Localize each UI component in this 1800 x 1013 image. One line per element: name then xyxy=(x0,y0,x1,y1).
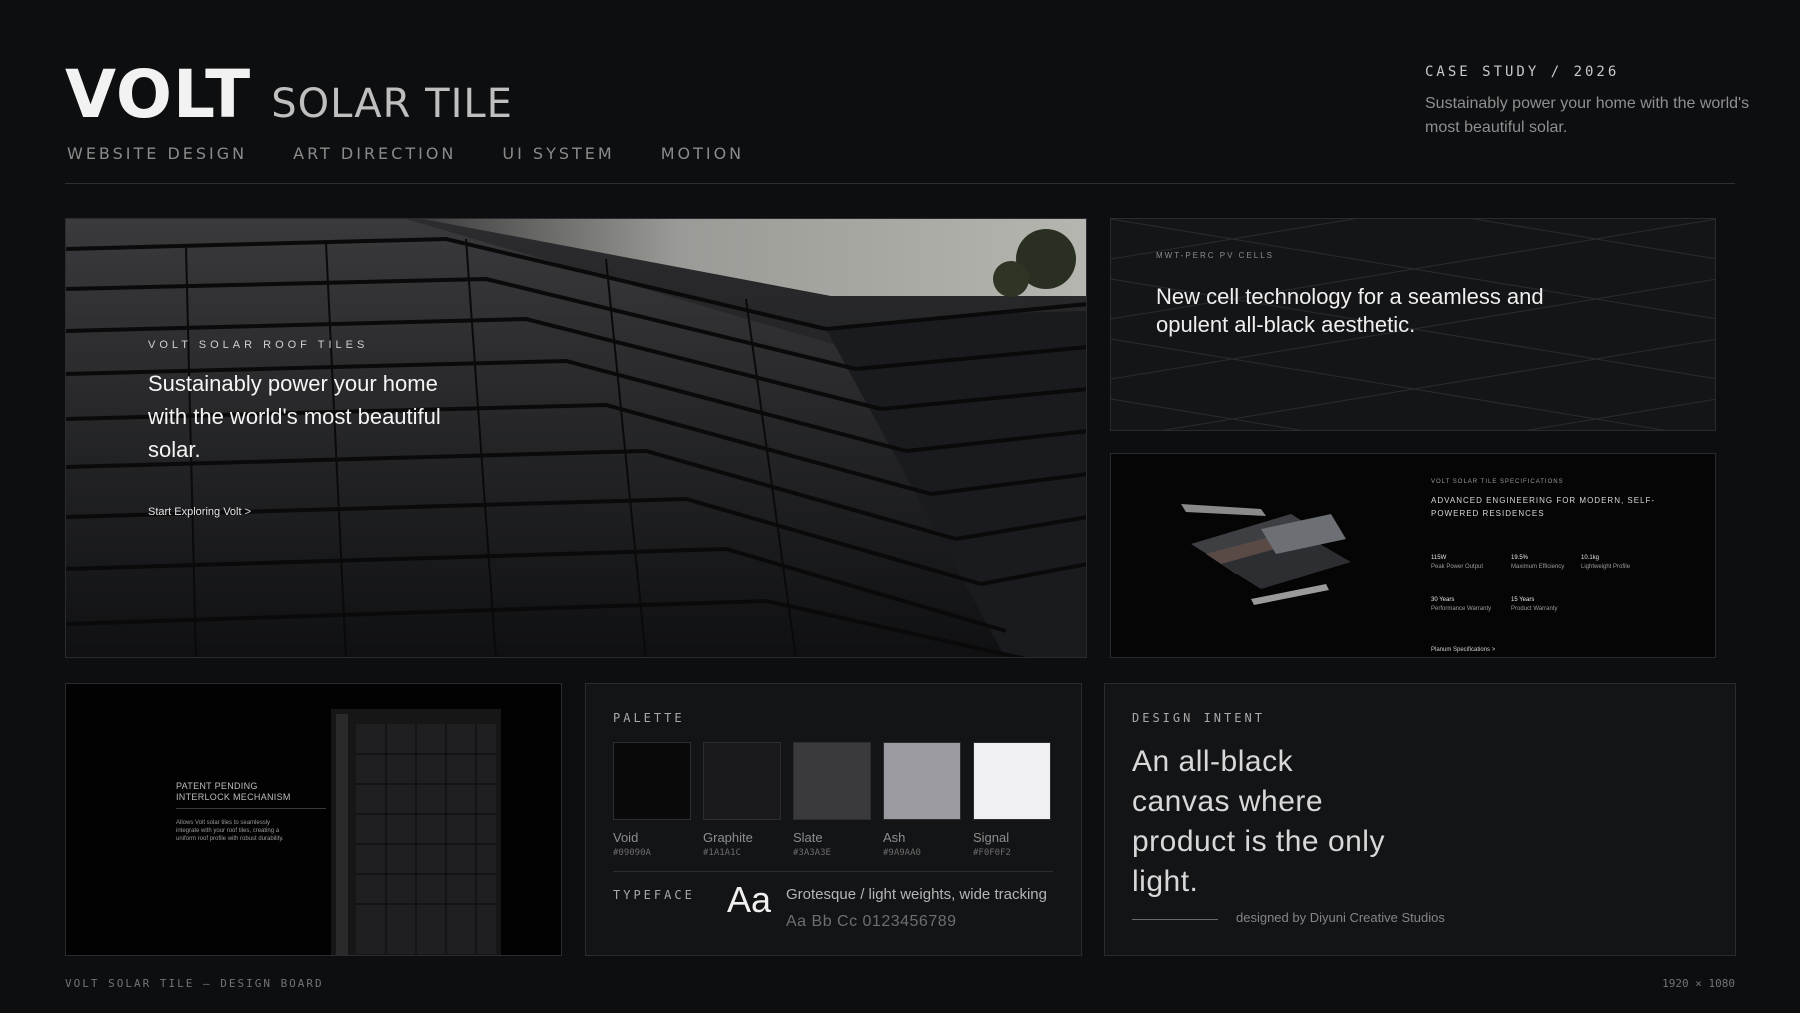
typeface-sample: Aa Bb Cc 0123456789 xyxy=(786,913,957,930)
patent-title-line: INTERLOCK MECHANISM xyxy=(176,792,291,802)
swatch-chip xyxy=(793,742,871,820)
spec-label: Product Warranty xyxy=(1511,606,1558,612)
swatch-name: Signal xyxy=(973,830,1010,845)
spec-item: 15 Years Product Warranty xyxy=(1511,597,1601,612)
hero-eyebrow: VOLT SOLAR ROOF TILES xyxy=(148,339,369,351)
swatch-name: Ash xyxy=(883,830,906,845)
exploded-tile-render xyxy=(1181,504,1351,605)
swatch-slate: Slate #3A3A3E xyxy=(793,742,871,858)
swatch-hex: #3A3A3E xyxy=(793,848,831,858)
discipline-list: WEBSITE DESIGN ART DIRECTION UI SYSTEM M… xyxy=(67,144,744,163)
swatch-chip xyxy=(883,742,961,820)
discipline-item: MOTION xyxy=(660,144,745,163)
specifications-card: VOLT SOLAR TILE SPECIFICATIONS ADVANCED … xyxy=(1110,453,1716,658)
hero-headline: Sustainably power your home with the wor… xyxy=(148,371,441,462)
board-header: VOLT SOLAR TILE WEBSITE DESIGN ART DIREC… xyxy=(65,62,1749,182)
patent-card: PATENT PENDING INTERLOCK MECHANISM Allow… xyxy=(65,683,562,956)
case-study-description: Sustainably power your home with the wor… xyxy=(1425,95,1750,136)
swatch-hex: #F0F0F2 xyxy=(973,848,1011,858)
spec-label: Peak Power Output xyxy=(1431,564,1484,570)
pv-eyebrow: MWT-PERC PV CELLS xyxy=(1156,251,1275,260)
swatch-hex: #9A9AA0 xyxy=(883,848,921,858)
typeface-label: TYPEFACE xyxy=(613,888,695,902)
pv-headline: New cell technology for a seamless and o… xyxy=(1156,284,1544,337)
spec-value: 30 Years xyxy=(1431,597,1455,603)
design-intent-label: DESIGN INTENT xyxy=(1132,711,1265,725)
case-study-label: CASE STUDY / 2026 xyxy=(1425,64,1620,80)
brand-lockup: VOLT SOLAR TILE xyxy=(65,62,513,128)
swatch-void: Void #09090A xyxy=(613,742,691,858)
discipline-item: ART DIRECTION xyxy=(293,144,457,163)
spec-item: 10.1kg Lightweight Profile xyxy=(1581,555,1671,570)
patent-title-line: PATENT PENDING xyxy=(176,781,258,791)
palette-label: PALETTE xyxy=(613,711,685,725)
interlock-tile-render xyxy=(331,709,501,955)
swatch-name: Void xyxy=(613,830,639,845)
swatch-name: Slate xyxy=(793,830,823,845)
typeface-description: Grotesque / light weights, wide tracking xyxy=(786,886,1047,903)
spec-value: 10.1kg xyxy=(1581,555,1600,561)
swatch-chip xyxy=(613,742,691,820)
design-intent-statement: An all-black canvas where product is the… xyxy=(1132,745,1385,898)
patent-title: PATENT PENDING INTERLOCK MECHANISM xyxy=(176,781,291,803)
swatch-row: Void #09090A Graphite #1A1A1C Slate #3A3… xyxy=(613,742,1051,858)
hero-card: VOLT SOLAR ROOF TILES Sustainably power … xyxy=(65,218,1087,658)
spec-item: 30 Years Performance Warranty xyxy=(1431,597,1521,612)
spec-label: Performance Warranty xyxy=(1431,606,1492,612)
specifications-link[interactable]: Planum Specifications > xyxy=(1431,647,1495,653)
footer-dimensions: 1920 × 1080 xyxy=(1662,977,1735,990)
swatch-ash: Ash #9A9AA0 xyxy=(883,742,961,858)
discipline-item: WEBSITE DESIGN xyxy=(67,144,248,163)
palette-divider xyxy=(613,871,1053,872)
design-intent-card: DESIGN INTENT An all-black canvas where … xyxy=(1104,683,1736,956)
swatch-graphite: Graphite #1A1A1C xyxy=(703,742,781,858)
swatch-hex: #09090A xyxy=(613,848,651,858)
header-divider xyxy=(65,183,1735,184)
patent-description: Allows Volt solar tiles to seamlessly in… xyxy=(176,820,284,842)
specs-headline: ADVANCED ENGINEERING FOR MODERN, SELF-PO… xyxy=(1431,496,1656,518)
swatch-chip xyxy=(973,742,1051,820)
swatch-hex: #1A1A1C xyxy=(703,848,741,858)
product-name: SOLAR TILE xyxy=(271,81,513,127)
studio-credit: designed by Diyuni Creative Studios xyxy=(1236,910,1445,925)
swatch-name: Graphite xyxy=(703,830,753,845)
patent-divider xyxy=(176,808,326,809)
hero-copy: VOLT SOLAR ROOF TILES Sustainably power … xyxy=(148,339,468,518)
spec-value: 115W xyxy=(1431,555,1447,561)
spec-label: Lightweight Profile xyxy=(1581,564,1631,570)
swatch-chip xyxy=(703,742,781,820)
palette-card: PALETTE Void #09090A Graphite #1A1A1C Sl… xyxy=(585,683,1082,956)
pv-cells-card: MWT-PERC PV CELLS New cell technology fo… xyxy=(1110,218,1716,431)
case-study-block: CASE STUDY / 2026 Sustainably power your… xyxy=(1425,64,1755,140)
specs-eyebrow: VOLT SOLAR TILE SPECIFICATIONS xyxy=(1431,479,1564,485)
swatch-signal: Signal #F0F0F2 xyxy=(973,742,1051,858)
footer-title: VOLT SOLAR TILE — DESIGN BOARD xyxy=(65,977,324,990)
start-exploring-link[interactable]: Start Exploring Volt > xyxy=(148,506,468,518)
typeface-glyph: Aa xyxy=(727,879,772,920)
spec-item: 115W Peak Power Output xyxy=(1431,555,1521,570)
credit-divider xyxy=(1132,919,1218,920)
discipline-item: UI SYSTEM xyxy=(502,144,615,163)
spec-value: 15 Years xyxy=(1511,597,1535,603)
brand-name: VOLT xyxy=(65,56,252,133)
